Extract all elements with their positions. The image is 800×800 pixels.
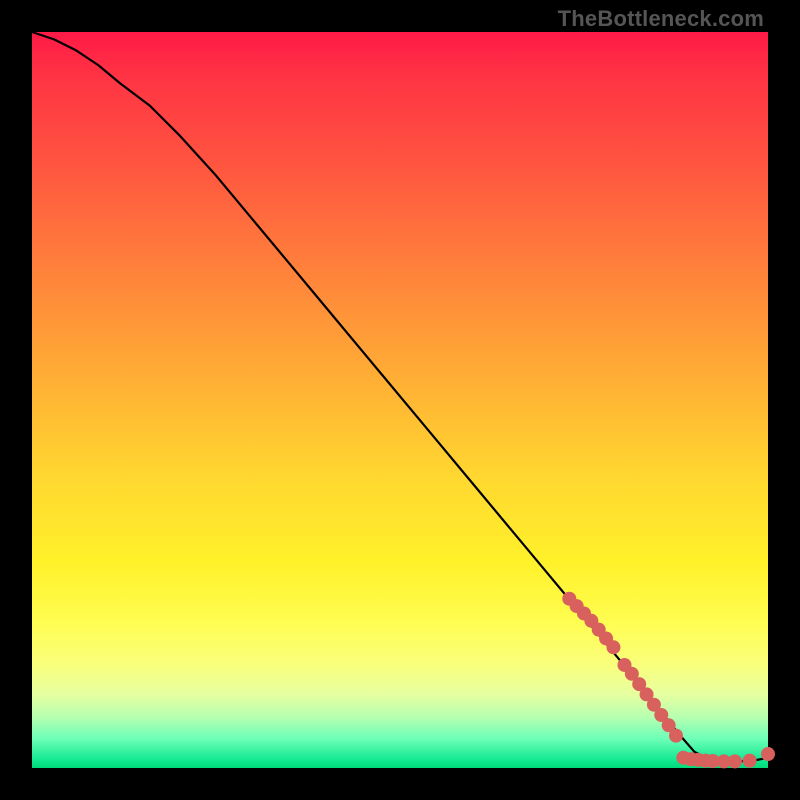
scatter-point [606,640,620,654]
scatter-point [761,747,775,761]
scatter-point [743,754,757,768]
scatter-group [562,592,775,769]
curve-path [32,32,768,761]
scatter-point [728,754,742,768]
chart-frame: TheBottleneck.com [0,0,800,800]
scatter-point [669,729,683,743]
chart-overlay [32,32,768,768]
watermark-text: TheBottleneck.com [558,6,764,32]
